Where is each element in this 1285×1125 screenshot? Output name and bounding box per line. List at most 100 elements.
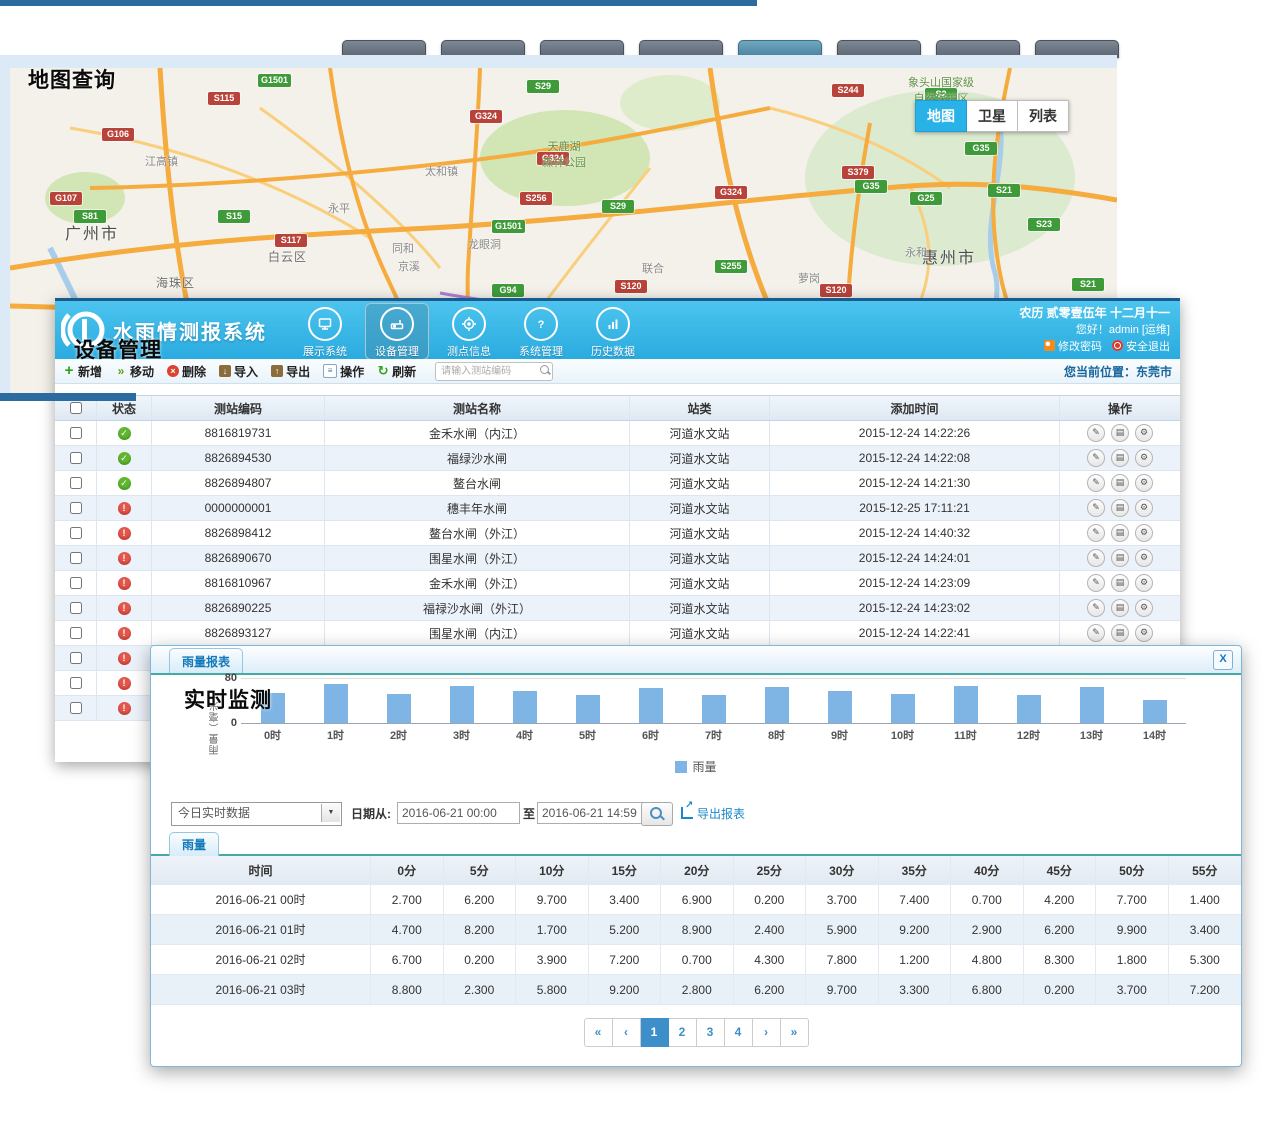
settings-button[interactable]: ⚙ [1135,474,1153,492]
nav-item-system-management[interactable]: ? 系统管理 [509,303,573,360]
logout-link[interactable]: 安全退出 [1126,341,1170,353]
edit-button[interactable]: ✎ [1087,574,1105,592]
cell-time: 2015-12-25 17:11:21 [770,496,1060,520]
key-icon [1044,340,1055,351]
road-shield: S379 [842,166,874,179]
cell-time: 2015-12-24 14:22:26 [770,421,1060,445]
y-tick-min: 0 [211,717,237,729]
edit-button[interactable]: ✎ [1087,424,1105,442]
pagination-button[interactable]: › [753,1018,781,1047]
map-view-button[interactable]: 地图 [915,100,967,132]
device-icon [380,307,414,341]
delete-row-button[interactable]: ▤ [1111,549,1129,567]
status-ok-icon: ✓ [118,427,131,440]
cell-value: 9.700 [806,975,879,1004]
row-checkbox[interactable] [70,577,82,589]
settings-button[interactable]: ⚙ [1135,574,1153,592]
row-checkbox[interactable] [70,527,82,539]
x-axis-label: 9时 [808,727,871,743]
delete-row-button[interactable]: ▤ [1111,599,1129,617]
delete-row-button[interactable]: ▤ [1111,574,1129,592]
delete-button[interactable]: ×删除 [167,363,206,380]
settings-button[interactable]: ⚙ [1135,449,1153,467]
delete-row-button[interactable]: ▤ [1111,474,1129,492]
cell-value: 1.200 [879,945,952,974]
device-toolbar: +新增 »移动 ×删除 ↓导入 ↑导出 ≡操作 ↻刷新 您当前位置：东莞市 [55,359,1180,384]
add-button[interactable]: +新增 [63,363,102,380]
road-shield: S117 [275,234,307,247]
map-view-button[interactable]: 卫星 [967,100,1018,132]
export-button[interactable]: ↑导出 [271,363,310,380]
nav-item-station-info[interactable]: 测点信息 [437,303,501,360]
nav-item-history-data[interactable]: 历史数据 [581,303,645,360]
nav-item-device-management[interactable]: 设备管理 [365,303,429,360]
cell-time: 2015-12-24 14:40:32 [770,521,1060,545]
edit-button[interactable]: ✎ [1087,549,1105,567]
pagination-current[interactable]: 1 [641,1018,669,1047]
cell-code: 8826898412 [152,521,325,545]
x-axis-label: 12时 [997,727,1060,743]
delete-row-button[interactable]: ▤ [1111,624,1129,642]
tab-rainfall[interactable]: 雨量 [169,832,219,856]
pagination-button[interactable]: 3 [697,1018,725,1047]
delete-row-button[interactable]: ▤ [1111,449,1129,467]
edit-button[interactable]: ✎ [1087,474,1105,492]
row-checkbox[interactable] [70,652,82,664]
row-checkbox[interactable] [70,677,82,689]
cell-value: 9.900 [1096,915,1169,944]
settings-button[interactable]: ⚙ [1135,524,1153,542]
pagination-button[interactable]: « [584,1018,613,1047]
import-button[interactable]: ↓导入 [219,363,258,380]
operate-button[interactable]: ≡操作 [323,363,364,380]
refresh-button[interactable]: ↻刷新 [377,363,416,380]
delete-row-button[interactable]: ▤ [1111,524,1129,542]
edit-button[interactable]: ✎ [1087,624,1105,642]
station-search-input[interactable] [435,362,553,381]
edit-button[interactable]: ✎ [1087,599,1105,617]
checkbox-cell [55,571,97,595]
edit-button[interactable]: ✎ [1087,499,1105,517]
search-button[interactable] [641,802,673,826]
row-checkbox[interactable] [70,502,82,514]
row-checkbox[interactable] [70,702,82,714]
settings-button[interactable]: ⚙ [1135,549,1153,567]
map-view-button[interactable]: 列表 [1018,100,1069,132]
cell-value: 8.300 [1024,945,1097,974]
row-checkbox[interactable] [70,477,82,489]
export-report-link[interactable]: 导出报表 [681,805,745,822]
row-checkbox[interactable] [70,552,82,564]
close-icon[interactable]: X [1213,650,1233,670]
pagination-button[interactable]: ‹ [613,1018,641,1047]
row-checkbox[interactable] [70,427,82,439]
row-checkbox[interactable] [70,627,82,639]
cell-time: 2015-12-24 14:23:02 [770,596,1060,620]
nav-item-display-system[interactable]: 展示系统 [293,303,357,360]
edit-button[interactable]: ✎ [1087,449,1105,467]
lunar-date: 农历 贰零壹伍年 十二月十一 [1019,305,1170,322]
change-password-link[interactable]: 修改密码 [1058,341,1102,353]
cell-value: 2.800 [661,975,734,1004]
delete-row-button[interactable]: ▤ [1111,424,1129,442]
pagination-button[interactable]: 4 [725,1018,753,1047]
settings-button[interactable]: ⚙ [1135,599,1153,617]
delete-row-button[interactable]: ▤ [1111,499,1129,517]
settings-button[interactable]: ⚙ [1135,499,1153,517]
date-from-input[interactable] [397,802,520,824]
move-button[interactable]: »移动 [115,363,154,380]
tab-rainfall-report[interactable]: 雨量报表 [169,648,243,673]
data-mode-select[interactable]: 今日实时数据 ▼ [171,802,342,826]
pagination-button[interactable]: 2 [669,1018,697,1047]
status-error-icon: ! [118,677,131,690]
settings-button[interactable]: ⚙ [1135,624,1153,642]
settings-button[interactable]: ⚙ [1135,424,1153,442]
row-checkbox[interactable] [70,452,82,464]
cell-name: 鳌台水闸（外江） [325,521,630,545]
map-place-label: 天鹿湖 森林公园 [542,138,586,170]
select-all-checkbox[interactable] [70,402,82,414]
pagination-button[interactable]: » [781,1018,809,1047]
row-checkbox[interactable] [70,602,82,614]
chart-bar [1080,687,1104,723]
road-shield: G1501 [258,74,291,87]
edit-button[interactable]: ✎ [1087,524,1105,542]
map-place-label: 江高镇 [145,153,178,169]
